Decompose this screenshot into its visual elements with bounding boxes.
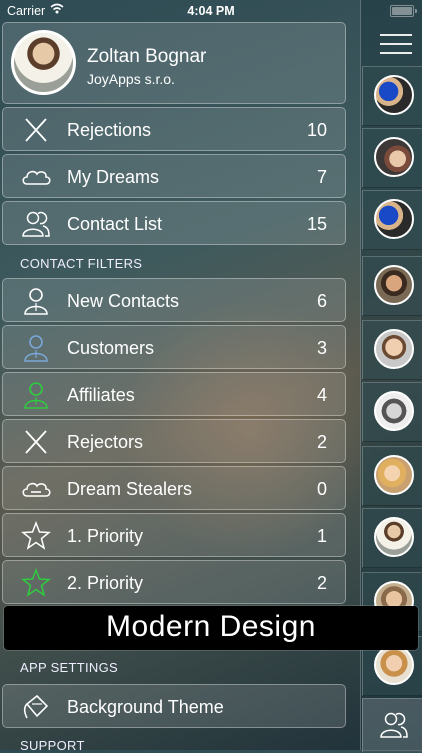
filter-label: Affiliates: [67, 385, 135, 405]
filter-customers[interactable]: Customers 3: [2, 325, 346, 369]
section-header-support: SUPPORT: [20, 738, 85, 753]
filter-label: Customers: [67, 338, 155, 358]
cloud-minus-icon: [22, 482, 51, 497]
sidebar-contact-1[interactable]: [362, 66, 422, 126]
clock: 4:04 PM: [187, 4, 235, 18]
status-bar: Carrier 4:04 PM: [0, 0, 422, 22]
sidebar-contact-6[interactable]: [362, 382, 422, 442]
promo-banner: Modern Design: [4, 606, 418, 650]
filter-count: 3: [316, 338, 327, 358]
star-icon: [21, 568, 51, 597]
menu-item-count: 15: [306, 214, 327, 234]
avatar: [11, 30, 76, 95]
menu-item-label: My Dreams: [67, 167, 160, 187]
banner-text: Modern Design: [106, 610, 316, 643]
filter-label: Dream Stealers: [67, 479, 193, 499]
hamburger-icon[interactable]: [380, 34, 412, 54]
filter-priority-1[interactable]: 1. Priority 1: [2, 513, 346, 557]
avatar: [374, 455, 414, 495]
filter-label: 2. Priority: [67, 573, 144, 593]
menu-item-label: Rejections: [67, 120, 152, 140]
filter-rejectors[interactable]: Rejectors 2: [2, 419, 346, 463]
menu-item-label: Contact List: [67, 214, 163, 234]
paint-bucket-icon: [23, 694, 49, 719]
filter-count: 4: [316, 385, 327, 405]
menu-item-count: 10: [306, 120, 327, 140]
avatar: [374, 265, 414, 305]
x-icon: [25, 118, 47, 142]
avatar: [374, 75, 414, 115]
x-icon: [25, 430, 47, 454]
person-icon: [24, 382, 48, 409]
filter-label: Rejectors: [67, 432, 144, 452]
sidebar-contacts-button[interactable]: [362, 698, 422, 752]
filter-priority-2[interactable]: 2. Priority 2: [2, 560, 346, 604]
filter-count: 1: [316, 526, 327, 546]
people-icon: [380, 712, 408, 738]
menu-item-count: 7: [316, 167, 327, 187]
settings-item-label: Background Theme: [67, 697, 224, 717]
avatar: [374, 645, 414, 685]
avatar: [374, 137, 414, 177]
filter-label: 1. Priority: [67, 526, 144, 546]
filter-count: 6: [316, 291, 327, 311]
filter-dream-stealers[interactable]: Dream Stealers 0: [2, 466, 346, 510]
people-icon: [22, 211, 50, 237]
avatar: [374, 391, 414, 431]
filter-label: New Contacts: [67, 291, 180, 311]
sidebar-contact-7[interactable]: [362, 446, 422, 506]
menu-item-my-dreams[interactable]: My Dreams 7: [2, 154, 346, 198]
sidebar-contact-8[interactable]: [362, 508, 422, 568]
sidebar-contact-3[interactable]: [362, 190, 422, 250]
filter-count: 2: [316, 573, 327, 593]
sidebar-contact-5[interactable]: [362, 320, 422, 380]
menu-item-rejections[interactable]: Rejections 10: [2, 107, 346, 151]
avatar: [374, 517, 414, 557]
cloud-icon: [22, 170, 51, 185]
profile-name: Zoltan Bognar: [87, 46, 207, 67]
profile-company: JoyApps s.r.o.: [87, 71, 175, 87]
menu-item-contact-list[interactable]: Contact List 15: [2, 201, 346, 245]
profile-card[interactable]: Zoltan Bognar JoyApps s.r.o.: [2, 22, 346, 104]
filter-count: 2: [316, 432, 327, 452]
person-icon: [24, 335, 48, 362]
settings-item-background-theme[interactable]: Background Theme: [2, 684, 346, 728]
section-header-contact-filters: CONTACT FILTERS: [20, 256, 143, 271]
filter-new-contacts[interactable]: New Contacts 6: [2, 278, 346, 322]
section-header-app-settings: APP SETTINGS: [20, 660, 118, 675]
avatar: [374, 329, 414, 369]
sidebar-contact-4[interactable]: [362, 256, 422, 316]
star-icon: [21, 521, 51, 550]
filter-count: 0: [316, 479, 327, 499]
avatar: [374, 199, 414, 239]
person-icon: [24, 288, 48, 315]
filter-affiliates[interactable]: Affiliates 4: [2, 372, 346, 416]
sidebar-contact-2[interactable]: [362, 128, 422, 188]
